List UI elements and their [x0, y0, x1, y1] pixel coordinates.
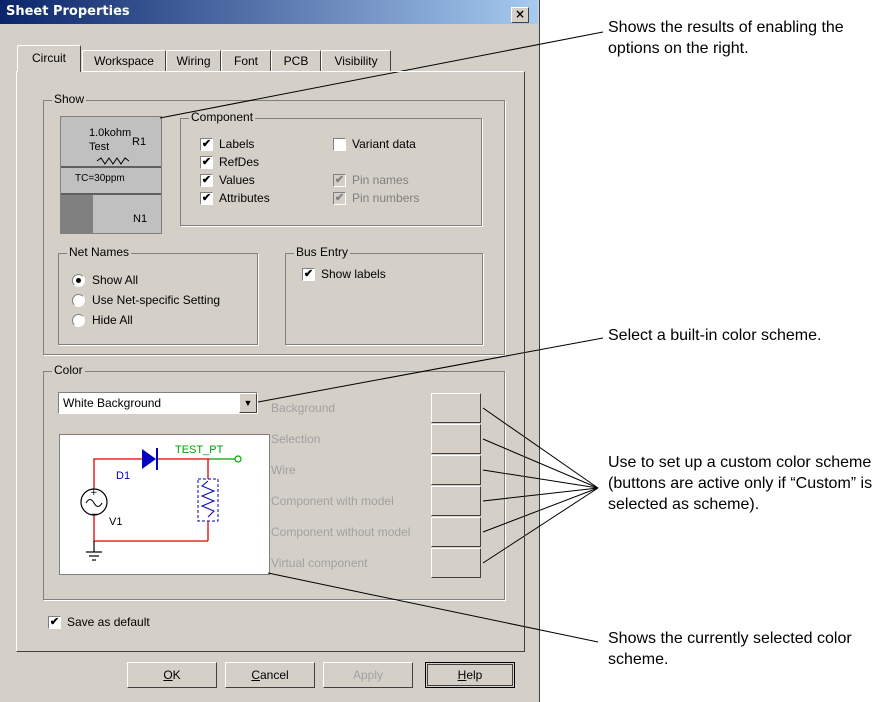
annotation-color-scheme: Select a built-in color scheme. [608, 327, 822, 344]
sheet-properties-dialog: Sheet Properties × Circuit Workspace Wir… [0, 0, 540, 702]
circuit-tab-panel [16, 71, 525, 652]
tab-label: Circuit [31, 51, 66, 65]
annotation-custom-colors: Use to set up a custom color scheme (but… [608, 454, 873, 513]
annotation-show-preview: Shows the results of enabling the option… [608, 19, 844, 57]
annotation-color-preview: Shows the currently selected color schem… [608, 630, 852, 668]
tab-circuit[interactable]: Circuit [17, 45, 81, 72]
